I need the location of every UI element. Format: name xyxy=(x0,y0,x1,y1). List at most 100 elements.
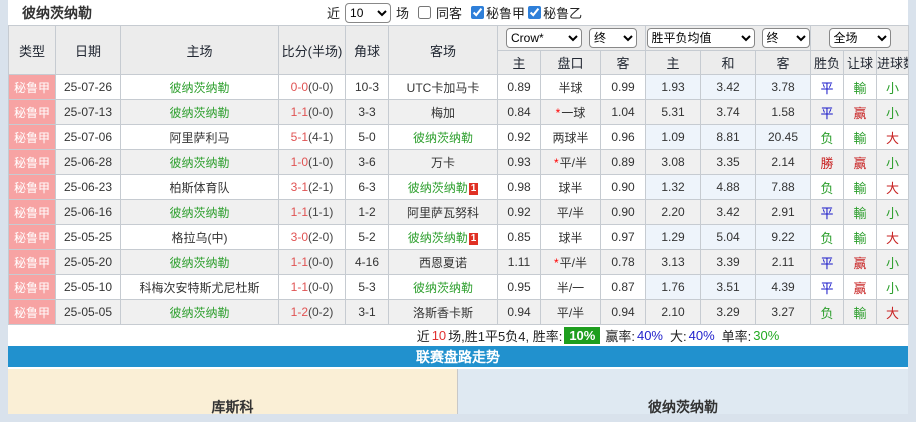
score-cell: 1-1(0-0) xyxy=(279,275,346,300)
avg-home-cell: 1.29 xyxy=(646,225,701,250)
odds-state-select[interactable]: 终 xyxy=(589,28,637,48)
avg-state-select[interactable]: 终 xyxy=(762,28,810,48)
odds-dropdown-group: Crow* 终 xyxy=(498,26,646,51)
trend-title-bar: 联赛盘路走势 xyxy=(8,346,908,369)
score-cell: 1-1(0-0) xyxy=(279,250,346,275)
team-name: 科梅次安特斯尤尼杜斯 xyxy=(139,281,259,295)
recent-count-select[interactable]: 10 xyxy=(345,3,391,23)
goals-cell: 大 xyxy=(877,300,909,325)
summary-near: 近 xyxy=(417,326,430,345)
stats-panel: 彼纳茨纳勒 近 10 场 同客 秘鲁甲 秘鲁乙 类型 日期 主场 xyxy=(8,0,908,414)
avg-home-cell: 1.09 xyxy=(646,125,701,150)
col-header-away: 客场 xyxy=(389,26,498,75)
date-cell: 25-06-28 xyxy=(56,150,121,175)
date-cell: 25-05-05 xyxy=(56,300,121,325)
avg-away-cell: 1.58 xyxy=(756,100,811,125)
handicap-star: * xyxy=(556,106,561,120)
avg-metric-select[interactable]: 胜平负均值 xyxy=(647,28,755,48)
team-name: 万卡 xyxy=(431,156,455,170)
fulltime-score: 1-2 xyxy=(291,305,308,319)
league-type-cell: 秘鲁甲 xyxy=(9,100,56,125)
odds-home-cell: 0.92 xyxy=(498,125,541,150)
league-type-cell: 秘鲁甲 xyxy=(9,225,56,250)
red-card-badge: 1 xyxy=(469,183,479,195)
date-cell: 25-07-26 xyxy=(56,75,121,100)
col-header-odds-away: 客 xyxy=(601,51,646,75)
team-name: UTC卡加马卡 xyxy=(407,81,480,95)
odds-home-cell: 0.89 xyxy=(498,75,541,100)
give-result-cell: 赢 xyxy=(844,100,877,125)
result-cell: 负 xyxy=(811,125,844,150)
col-header-handicap: 盘口 xyxy=(541,51,601,75)
team-name: 彼纳茨纳勒 xyxy=(413,131,473,145)
handicap-cell: 平/半 xyxy=(541,300,601,325)
goals-cell: 小 xyxy=(877,275,909,300)
period-select[interactable]: 全场 xyxy=(829,28,891,48)
fulltime-score: 1-0 xyxy=(291,155,308,169)
col-header-date: 日期 xyxy=(56,26,121,75)
league-a-checkbox[interactable] xyxy=(471,6,484,19)
give-result-cell: 輸 xyxy=(844,175,877,200)
fulltime-score: 0-0 xyxy=(291,80,308,94)
give-result-cell: 赢 xyxy=(844,150,877,175)
odds-away-cell: 0.99 xyxy=(601,75,646,100)
trend-title: 联赛盘路走势 xyxy=(416,347,500,367)
fulltime-score: 3-0 xyxy=(291,230,308,244)
odds-company-select[interactable]: Crow* xyxy=(506,28,582,48)
page-title: 彼纳茨纳勒 xyxy=(22,3,92,23)
avg-away-cell: 4.39 xyxy=(756,275,811,300)
fulltime-score: 1-1 xyxy=(291,280,308,294)
avg-away-cell: 3.27 xyxy=(756,300,811,325)
league-type-cell: 秘鲁甲 xyxy=(9,200,56,225)
score-cell: 5-1(4-1) xyxy=(279,125,346,150)
home-team-cell: 彼纳茨纳勒 xyxy=(121,250,279,275)
table-row: 秘鲁甲25-07-26彼纳茨纳勒0-0(0-0)10-3UTC卡加马卡0.89半… xyxy=(9,75,909,100)
handicap-cell: 球半 xyxy=(541,225,601,250)
top-bar: 彼纳茨纳勒 近 10 场 同客 秘鲁甲 秘鲁乙 xyxy=(8,0,908,25)
goals-cell: 大 xyxy=(877,225,909,250)
table-row: 秘鲁甲25-05-25格拉乌(中)3-0(2-0)5-2彼纳茨纳勒10.85球半… xyxy=(9,225,909,250)
halftime-score: (1-0) xyxy=(308,155,333,169)
date-cell: 25-05-10 xyxy=(56,275,121,300)
single-value: 30% xyxy=(753,328,779,343)
big-value: 40% xyxy=(689,328,715,343)
col-header-type: 类型 xyxy=(9,26,56,75)
single-label: 单率: xyxy=(722,326,752,345)
avg-draw-cell: 3.35 xyxy=(701,150,756,175)
avg-draw-cell: 3.42 xyxy=(701,75,756,100)
league-b-label: 秘鲁乙 xyxy=(543,3,582,22)
home-team-cell: 彼纳茨纳勒 xyxy=(121,150,279,175)
halftime-score: (2-0) xyxy=(308,230,333,244)
same-away-checkbox[interactable] xyxy=(418,6,431,19)
trend-left-team: 库斯科 xyxy=(212,397,254,414)
avg-home-cell: 5.31 xyxy=(646,100,701,125)
home-team-cell: 阿里萨利马 xyxy=(121,125,279,150)
fulltime-score: 1-1 xyxy=(291,255,308,269)
table-row: 秘鲁甲25-06-16彼纳茨纳勒1-1(1-1)1-2阿里萨瓦努科0.92平/半… xyxy=(9,200,909,225)
odds-away-cell: 0.97 xyxy=(601,225,646,250)
league-b-checkbox[interactable] xyxy=(528,6,541,19)
fulltime-score: 3-1 xyxy=(291,180,308,194)
avg-draw-cell: 3.51 xyxy=(701,275,756,300)
avg-home-cell: 1.93 xyxy=(646,75,701,100)
corner-cell: 3-3 xyxy=(346,100,389,125)
red-card-badge: 1 xyxy=(469,233,479,245)
score-cell: 1-2(0-2) xyxy=(279,300,346,325)
team-name: 阿里萨瓦努科 xyxy=(407,206,479,220)
odds-away-cell: 0.90 xyxy=(601,175,646,200)
corner-cell: 10-3 xyxy=(346,75,389,100)
handicap-star: * xyxy=(554,256,559,270)
give-result-cell: 輸 xyxy=(844,75,877,100)
away-team-cell: UTC卡加马卡 xyxy=(389,75,498,100)
avg-away-cell: 20.45 xyxy=(756,125,811,150)
table-row: 秘鲁甲25-05-05彼纳茨纳勒1-2(0-2)3-1洛斯香卡斯0.94平/半0… xyxy=(9,300,909,325)
odds-away-cell: 0.94 xyxy=(601,300,646,325)
goals-cell: 小 xyxy=(877,200,909,225)
goals-cell: 大 xyxy=(877,125,909,150)
filter-controls: 近 10 场 同客 秘鲁甲 秘鲁乙 xyxy=(324,3,585,23)
odds-away-cell: 0.90 xyxy=(601,200,646,225)
avg-home-cell: 3.08 xyxy=(646,150,701,175)
odds-home-cell: 0.93 xyxy=(498,150,541,175)
col-header-avg-home: 主 xyxy=(646,51,701,75)
trend-left-column: 库斯科 xyxy=(8,369,458,414)
